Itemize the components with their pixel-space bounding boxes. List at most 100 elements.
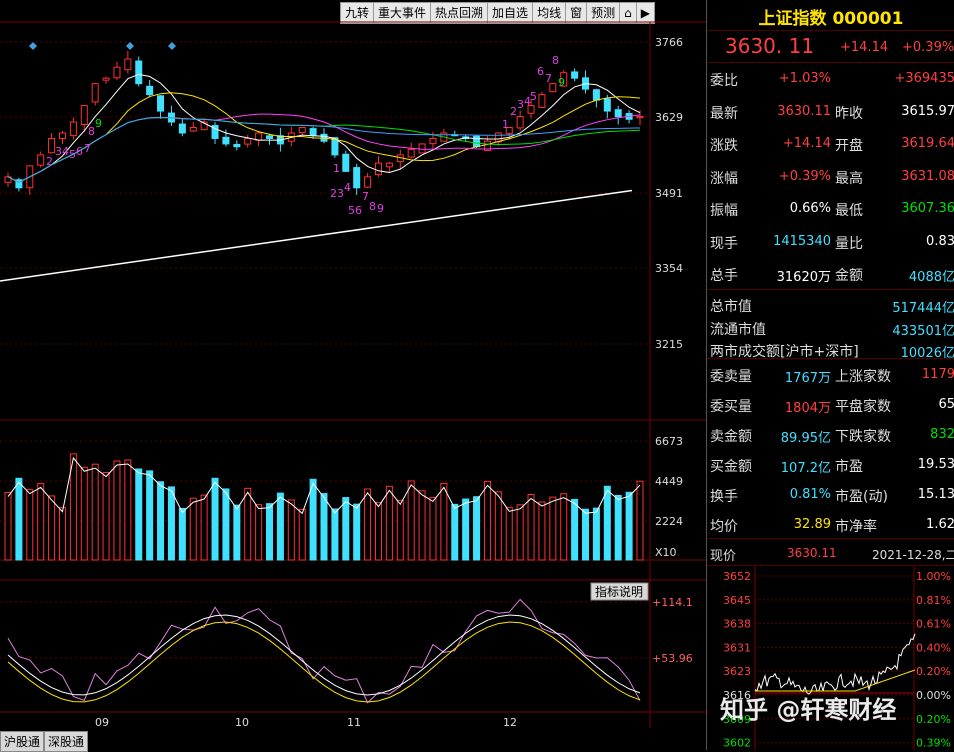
nine-turn-label: 9 bbox=[558, 76, 565, 89]
volume-bar bbox=[516, 504, 524, 561]
quote-label: 总手 bbox=[710, 268, 738, 284]
volume-bar bbox=[48, 495, 56, 561]
candle bbox=[26, 165, 34, 195]
quote-label2: 昨收 bbox=[835, 105, 863, 122]
candle bbox=[189, 122, 197, 133]
volume-bar bbox=[560, 493, 568, 561]
candle bbox=[124, 50, 132, 74]
candle bbox=[309, 126, 317, 139]
candle bbox=[167, 105, 175, 126]
intraday-pct-tick: 0.00% bbox=[916, 689, 951, 702]
index-title: 上证指数 000001 bbox=[758, 9, 904, 29]
intraday-price-tick: 3623 bbox=[723, 665, 751, 678]
volume-bar bbox=[527, 494, 535, 561]
trade-label2: 市盈 bbox=[835, 459, 863, 475]
candle bbox=[407, 142, 415, 159]
tab-hk-shanghai[interactable]: 沪股通 bbox=[0, 731, 45, 752]
trade-label: 卖金额 bbox=[710, 429, 752, 445]
intraday-pct-tick: 1.00% bbox=[916, 570, 951, 583]
volume-bar bbox=[625, 491, 633, 561]
volume-bar bbox=[211, 477, 219, 561]
tab-hk-shenzhen[interactable]: 深股通 bbox=[44, 731, 89, 752]
trade-label2: 市净率 bbox=[835, 519, 877, 535]
volume-bar bbox=[407, 480, 415, 561]
trade-value2: 1179 bbox=[921, 367, 954, 382]
volume-bar bbox=[592, 507, 600, 561]
quote-value: +1.03% bbox=[778, 71, 831, 86]
trade-label2: 上涨家数 bbox=[835, 369, 891, 385]
last-price: 3630. 11 bbox=[725, 34, 815, 58]
quote-value: 31620万 bbox=[776, 270, 831, 285]
volume-bar bbox=[342, 497, 350, 561]
quote-row: 现手 1415340 量比 0.83 bbox=[707, 227, 954, 257]
trade-value: 89.95亿 bbox=[780, 431, 831, 446]
volume-bar bbox=[483, 480, 491, 561]
volume-bar bbox=[26, 489, 34, 561]
quote-row: 总手 31620万 金额 4088亿 bbox=[707, 259, 954, 289]
moving-average-line bbox=[7, 113, 641, 183]
volume-bar bbox=[364, 488, 372, 561]
trade-label2: 市盈(动) bbox=[835, 489, 888, 505]
quote-value2: +369435 bbox=[894, 71, 954, 86]
intraday-pct-tick: 0.39% bbox=[916, 737, 951, 750]
nine-turn-label: 8 bbox=[552, 54, 559, 67]
volume-bar bbox=[582, 508, 590, 561]
moving-average-line bbox=[7, 116, 641, 183]
trade-row: 委卖量 1767万 上涨家数 1179 bbox=[707, 360, 954, 390]
trade-value2: 1.62 bbox=[926, 517, 954, 532]
volume-bar bbox=[266, 503, 274, 561]
intraday-price-tick: 3645 bbox=[723, 594, 751, 607]
volume-bar bbox=[505, 506, 513, 561]
quote-row: 最新 3630.11 昨收 3615.97 bbox=[707, 97, 954, 127]
volume-bar bbox=[276, 492, 284, 561]
trade-label: 买金额 bbox=[710, 459, 752, 475]
candle bbox=[135, 56, 143, 87]
now-price-label: 现价 bbox=[710, 549, 737, 564]
candle bbox=[4, 172, 12, 187]
candle bbox=[113, 61, 121, 81]
nine-turn-label: 2 bbox=[510, 105, 517, 118]
volume-bar bbox=[418, 490, 426, 561]
nine-turn-label: 1 bbox=[333, 162, 340, 175]
volume-bar bbox=[222, 488, 230, 561]
trade-row: 换手 0.81% 市盈(动) 15.13 bbox=[707, 480, 954, 510]
volume-bar bbox=[331, 508, 339, 561]
trade-value2: 832 bbox=[930, 427, 954, 442]
quote-value2: 3615.97 bbox=[901, 103, 954, 119]
candle bbox=[255, 131, 263, 147]
candle bbox=[342, 150, 350, 173]
intraday-price-tick: 3652 bbox=[723, 570, 751, 583]
candle bbox=[538, 91, 546, 108]
quote-value2: 0.83 bbox=[926, 233, 954, 249]
trade-value: 1767万 bbox=[784, 371, 831, 386]
volume-bar bbox=[538, 501, 546, 561]
trade-row: 均价 32.89 市净率 1.62 bbox=[707, 510, 954, 540]
nine-turn-label: 9 bbox=[95, 117, 102, 130]
volume-bar bbox=[396, 499, 404, 561]
volume-bar bbox=[287, 499, 295, 561]
volume-bar bbox=[374, 502, 382, 561]
quote-row: 涨幅 +0.39% 最高 3631.08 bbox=[707, 162, 954, 192]
candle bbox=[571, 68, 579, 82]
candle bbox=[146, 79, 154, 98]
kline-chart[interactable]: 2 3 4 5 6 7 8 9 1 2 3 4 5 6 7 8 9 1 2 3 … bbox=[0, 0, 706, 750]
trade-label: 委卖量 bbox=[710, 369, 752, 385]
volume-tick: 2224 bbox=[655, 515, 683, 528]
nine-turn-label: 2 bbox=[330, 187, 337, 200]
nine-turn-label: 2 bbox=[46, 155, 53, 168]
volume-bar bbox=[15, 477, 23, 561]
volume-bar bbox=[189, 497, 197, 561]
volume-bar bbox=[178, 507, 186, 561]
intraday-pct-tick: 0.20% bbox=[916, 665, 951, 678]
volume-bar bbox=[429, 496, 437, 561]
trade-label: 换手 bbox=[710, 489, 738, 505]
quote-label2: 最高 bbox=[835, 170, 863, 187]
quote-value2: 4088亿 bbox=[908, 270, 954, 285]
volume-bar bbox=[91, 463, 99, 561]
candle bbox=[69, 117, 77, 140]
volume-unit: X10 bbox=[655, 546, 677, 559]
candle bbox=[385, 161, 393, 173]
candle bbox=[15, 177, 23, 192]
nine-turn-label: 8 bbox=[369, 200, 376, 213]
quote-value: 1415340 bbox=[773, 233, 831, 249]
